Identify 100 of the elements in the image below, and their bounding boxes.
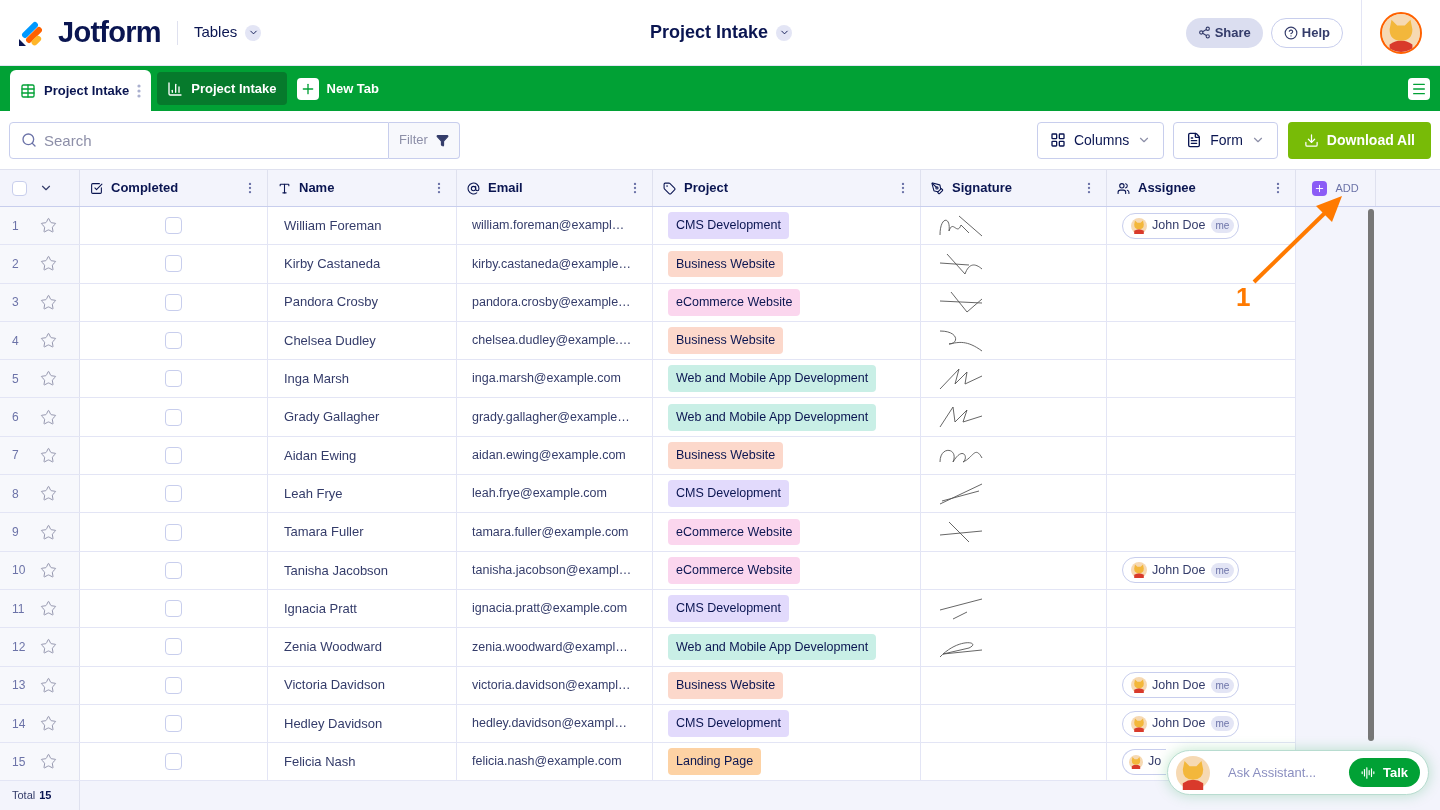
star-icon[interactable]	[40, 408, 57, 426]
row-number: 12	[12, 638, 27, 656]
table-cell-text: pandora.crosby@example…	[472, 293, 631, 311]
plus-icon	[1314, 182, 1326, 194]
star-icon[interactable]	[40, 255, 57, 273]
project-tag: Landing Page	[668, 748, 762, 776]
table-cell-text: victoria.davidson@exampl…	[472, 676, 631, 694]
project-tag: eCommerce Website	[668, 556, 801, 584]
star-icon[interactable]	[40, 485, 57, 503]
me-label: me	[1210, 677, 1235, 693]
table-cell-text: Kirby Castaneda	[284, 255, 381, 274]
assignee-name: John Doe	[1152, 676, 1206, 694]
checkbox[interactable]	[165, 523, 182, 541]
star-icon[interactable]	[40, 446, 57, 464]
share-icon	[1197, 26, 1211, 39]
form-icon	[1186, 132, 1203, 148]
signature-drawing	[939, 521, 983, 543]
scrollbar[interactable]	[1368, 209, 1374, 741]
avatar-icon	[1131, 562, 1147, 579]
row-number: 10	[12, 562, 27, 580]
checkbox[interactable]	[165, 600, 182, 618]
checkbox[interactable]	[165, 676, 182, 694]
total-label: Total	[12, 788, 36, 804]
project-tag: CMS Development	[668, 212, 789, 239]
row-number: 4	[12, 332, 20, 350]
table-cell-text: tanisha.jacobson@exampl…	[472, 561, 632, 579]
signature-drawing	[939, 597, 983, 620]
table-cell-text: Tanisha Jacobson	[284, 561, 389, 580]
checkbox[interactable]	[165, 561, 182, 579]
star-icon[interactable]	[40, 293, 57, 311]
table-cell-text: Inga Marsh	[284, 370, 350, 389]
table-cell-text: tamara.fuller@example.com	[472, 523, 629, 541]
form-button[interactable]: Form	[1173, 121, 1278, 159]
me-label: me	[1210, 218, 1235, 234]
download-icon	[1303, 132, 1319, 148]
row-number: 13	[12, 677, 27, 695]
star-icon[interactable]	[40, 676, 57, 694]
tab[interactable]: Project Intake	[10, 70, 152, 111]
assignee-name: Jo	[1148, 753, 1162, 771]
table-cell-text: hedley.davidson@exampl…	[472, 715, 627, 733]
me-label: me	[1210, 716, 1235, 731]
select-all-checkbox[interactable]	[12, 180, 27, 196]
star-icon[interactable]	[40, 753, 57, 771]
project-tag: Web and Mobile App Development	[668, 403, 877, 431]
table-cell-text: Hedley Davidson	[284, 714, 383, 733]
checkbox[interactable]	[165, 446, 182, 464]
checkbox[interactable]	[165, 715, 182, 732]
search-field[interactable]: Search	[9, 121, 389, 159]
share-button[interactable]: Share	[1185, 17, 1263, 48]
checkbox[interactable]	[165, 408, 182, 426]
star-icon[interactable]	[40, 561, 57, 579]
checkbox[interactable]	[165, 370, 182, 388]
table-cell-text: Aidan Ewing	[284, 446, 357, 465]
tab[interactable]: Project Intake	[157, 72, 287, 105]
star-icon[interactable]	[40, 523, 57, 541]
person-column-icon	[1117, 181, 1130, 195]
total-count: 15	[39, 788, 52, 804]
avatar-icon	[1131, 715, 1147, 732]
section-dropdown[interactable]: Tables	[193, 21, 262, 44]
table-cell-text: Chelsea Dudley	[284, 331, 376, 350]
checkbox[interactable]	[165, 255, 182, 273]
avatar-icon	[1131, 217, 1147, 234]
row-number: 14	[12, 715, 27, 733]
checkbox[interactable]	[165, 217, 182, 235]
star-icon[interactable]	[40, 715, 57, 732]
annotation-number: 1	[1236, 281, 1251, 314]
table-cell-text: Victoria Davidson	[284, 676, 385, 695]
menu-button[interactable]	[1408, 78, 1430, 100]
avatar-icon	[1382, 13, 1420, 52]
project-tag: CMS Development	[668, 480, 789, 508]
title-dropdown[interactable]: Project Intake	[650, 19, 793, 46]
signature-drawing	[939, 252, 983, 275]
assignee-name: John Doe	[1152, 715, 1206, 733]
star-icon[interactable]	[40, 332, 57, 350]
user-avatar[interactable]	[1380, 11, 1422, 54]
signature-drawing	[939, 482, 983, 505]
star-icon[interactable]	[40, 638, 57, 656]
row-number: 5	[12, 370, 20, 388]
table-cell-text: grady.gallagher@example…	[472, 408, 630, 426]
project-tag: Business Website	[668, 671, 784, 699]
table-cell-text: ignacia.pratt@example.com	[472, 600, 628, 618]
project-tag: Business Website	[668, 250, 784, 278]
checkbox[interactable]	[165, 293, 182, 311]
project-tag: eCommerce Website	[668, 288, 801, 316]
star-icon[interactable]	[40, 217, 57, 235]
assistant-placeholder: Ask Assistant...	[1228, 763, 1317, 782]
checkbox[interactable]	[165, 638, 182, 656]
checkbox[interactable]	[165, 332, 182, 350]
row-number: 3	[12, 294, 20, 312]
voice-icon	[1360, 765, 1375, 780]
star-icon[interactable]	[40, 370, 57, 388]
columns-icon	[1049, 132, 1066, 148]
table-cell-text: aidan.ewing@example.com	[472, 447, 626, 465]
star-icon[interactable]	[40, 600, 57, 618]
checkbox[interactable]	[165, 753, 182, 771]
columns-button[interactable]: Columns	[1036, 121, 1165, 159]
checkbox[interactable]	[165, 485, 182, 503]
table-cell-text: Felicia Nash	[284, 753, 356, 772]
table-cell-text: Tamara Fuller	[284, 523, 364, 542]
avatar-icon	[1129, 754, 1143, 769]
